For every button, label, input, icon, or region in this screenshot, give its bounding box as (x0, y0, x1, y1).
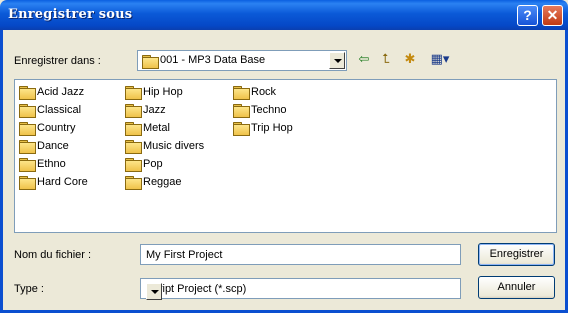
new-folder-icon[interactable]: ✱ (401, 52, 419, 68)
folder-icon (125, 122, 142, 136)
file-list[interactable]: Acid Jazz Classical Country Dance Ethno … (14, 79, 557, 233)
filename-label: Nom du fichier : (14, 249, 92, 261)
up-folder-icon[interactable]: ⮤ (377, 52, 395, 68)
folder-icon (125, 86, 142, 100)
back-arrow-icon[interactable]: ⇦ (355, 52, 373, 68)
view-menu-icon[interactable]: ▦▾ (427, 52, 453, 68)
folder-icon (19, 122, 36, 136)
filetype-label: Type : (14, 283, 44, 295)
save-button[interactable]: Enregistrer (478, 243, 555, 266)
cancel-button[interactable]: Annuler (478, 276, 555, 299)
help-button[interactable]: ? (517, 5, 538, 26)
folder-icon (233, 104, 250, 118)
folder-icon (125, 158, 142, 172)
folder-icon (19, 140, 36, 154)
chevron-down-icon[interactable] (146, 283, 162, 300)
save-in-dropdown[interactable]: 001 - MP3 Data Base (137, 50, 347, 71)
save-in-label: Enregistrer dans : (14, 55, 101, 67)
filetype-dropdown[interactable]: Script Project (*.scp) (140, 278, 461, 300)
window-title: Enregistrer sous (8, 7, 133, 22)
folder-icon (19, 104, 36, 118)
folder-icon (125, 140, 142, 154)
filename-value: My First Project (146, 249, 223, 261)
folder-icon (125, 176, 142, 190)
folder-icon (233, 122, 250, 136)
folder-icon (19, 86, 36, 100)
chevron-down-icon[interactable] (329, 52, 345, 69)
folder-icon (19, 176, 36, 190)
title-bar[interactable]: Enregistrer sous ? ✕ (0, 0, 568, 30)
folder-icon (125, 104, 142, 118)
folder-icon (233, 86, 250, 100)
save-in-value: 001 - MP3 Data Base (160, 54, 266, 66)
folder-icon (19, 158, 36, 172)
close-button[interactable]: ✕ (542, 5, 563, 26)
folder-icon (142, 55, 159, 69)
filename-input[interactable]: My First Project (140, 244, 461, 265)
